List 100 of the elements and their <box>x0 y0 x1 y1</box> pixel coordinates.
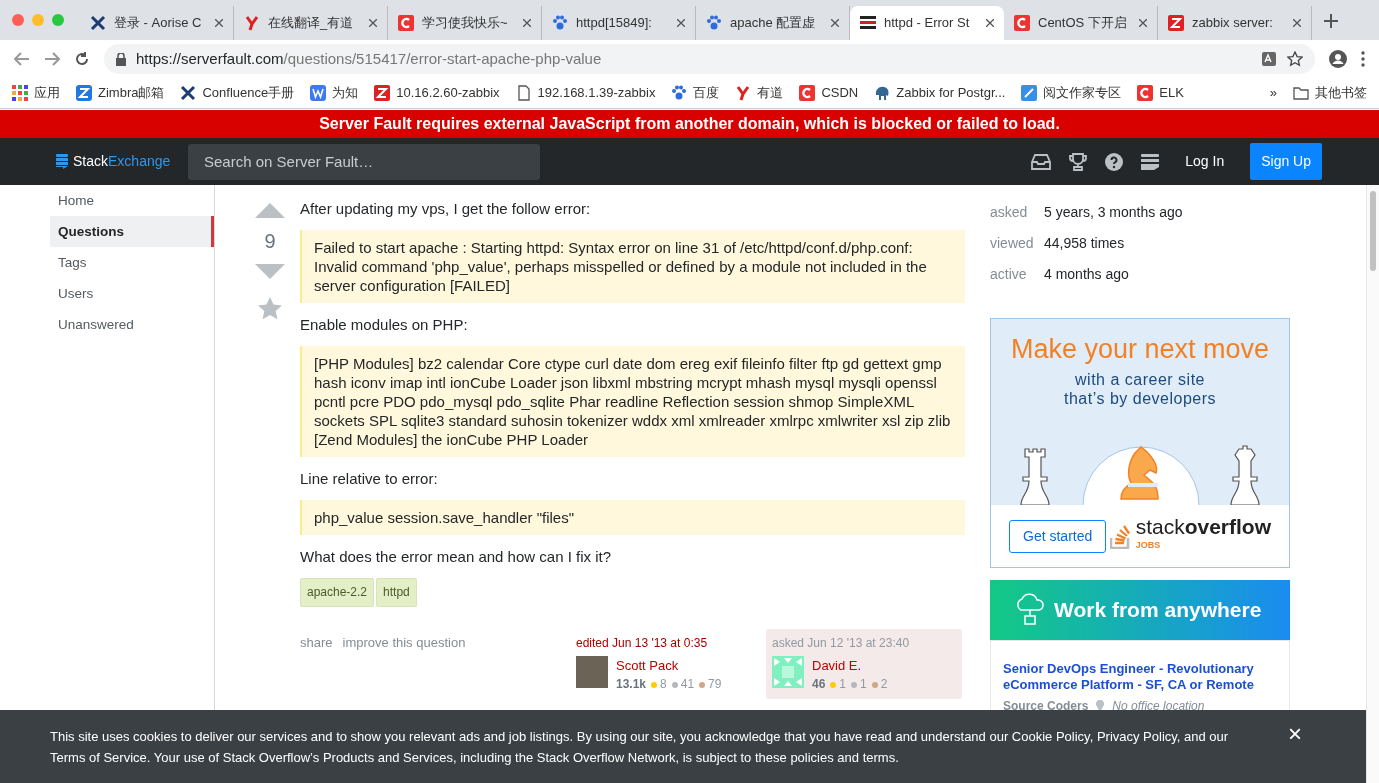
post-timestamp: edited Jun 13 '13 at 0:35 <box>576 635 709 652</box>
paw-icon <box>552 15 568 31</box>
close-tab-icon[interactable] <box>523 19 531 27</box>
post-action-link[interactable]: share <box>300 633 333 699</box>
y-letter-icon <box>735 85 752 101</box>
close-tab-icon[interactable] <box>369 19 377 27</box>
close-tab-icon[interactable] <box>1293 19 1301 27</box>
scrollbar[interactable] <box>1366 185 1379 783</box>
help-icon[interactable] <box>1105 152 1124 171</box>
award-badge-count: 41 <box>671 675 695 694</box>
stack-overflow-jobs-logo: stackoverflow JOBS <box>1109 520 1271 552</box>
c-logo-icon <box>799 85 816 101</box>
translate-icon[interactable] <box>1261 51 1277 67</box>
inbox-icon[interactable] <box>1031 153 1052 170</box>
address-bar[interactable]: https://serverfault.com/questions/515417/error-start-apache-php-value <box>104 44 1315 74</box>
log-in-link[interactable]: Log In <box>1177 151 1233 172</box>
stack-overflow-logo-icon <box>1109 523 1132 549</box>
sidebar-item[interactable]: Home <box>50 185 214 216</box>
post-paragraph: Enable modules on PHP: <box>300 315 469 334</box>
policy-link[interactable]: Cookie Policy <box>1011 729 1090 744</box>
plus-icon <box>1324 14 1338 29</box>
file-icon <box>515 85 532 101</box>
bookmark[interactable]: ELK <box>1137 83 1184 103</box>
striped-bars-icon <box>860 15 876 31</box>
banner-title: Work from anywhere <box>1054 597 1262 624</box>
other-bookmarks-folder[interactable]: 其他书签 <box>1293 83 1367 103</box>
bookmark[interactable]: 应用 <box>12 83 60 103</box>
tag-link[interactable]: httpd <box>376 578 417 607</box>
sidebar-item[interactable]: Unanswered <box>50 309 214 340</box>
forward-arrow-icon[interactable] <box>44 52 60 66</box>
c-logo-icon <box>1014 15 1030 31</box>
user-name-link[interactable]: David E. <box>812 656 888 675</box>
z-logo-icon <box>374 85 391 101</box>
location-pin-icon <box>1096 700 1105 712</box>
apps-grid-icon <box>12 85 28 101</box>
post-timestamp: asked Jun 12 '13 at 23:40 <box>772 635 911 652</box>
w-logo-icon <box>310 85 327 101</box>
bookmark[interactable]: 百度 <box>671 83 720 103</box>
bookmark[interactable]: 有道 <box>735 83 784 103</box>
award-badge-count: 2 <box>871 675 888 694</box>
bookmark-star-icon[interactable] <box>1287 51 1303 67</box>
stackexchange-logo[interactable]: StackExchange <box>56 151 188 172</box>
trophy-icon[interactable] <box>1069 152 1088 171</box>
job-title-link[interactable]: Senior DevOps Engineer - Revolutionary eCommerce Platform - SF, CA or Remote <box>1003 661 1277 693</box>
bookmark[interactable]: Confluence手册 <box>180 83 295 103</box>
quoted-error-block: php_value session.save_handler "files" <box>300 500 965 535</box>
bookmark[interactable]: 阅文作家专区 <box>1021 83 1122 103</box>
bookmark[interactable]: 为知 <box>310 83 359 103</box>
close-tab-icon[interactable] <box>831 19 839 27</box>
sidebar-item[interactable]: Questions <box>50 216 214 247</box>
url-text: https://serverfault.com/questions/515417/error-start-apache-php-value <box>136 48 602 69</box>
award-badge-count: 79 <box>699 675 722 694</box>
sidebar-item[interactable]: Tags <box>50 247 214 278</box>
stat-label: active <box>990 265 1028 284</box>
close-tab-icon[interactable] <box>215 19 223 27</box>
stat-value: 44,958 times <box>1044 235 1125 251</box>
policy-link[interactable]: Terms of Service <box>50 750 147 765</box>
c-logo-icon <box>1137 85 1154 101</box>
back-arrow-icon[interactable] <box>14 52 30 66</box>
paw-icon <box>706 15 722 31</box>
get-started-button[interactable]: Get started <box>1009 519 1107 553</box>
ad-subline: with a career site <box>1075 370 1205 388</box>
close-tab-icon[interactable] <box>986 19 994 27</box>
post-paragraph: What does the error mean and how can I fix it? <box>300 547 612 566</box>
favorite-star-icon[interactable] <box>258 297 282 319</box>
bookmark[interactable]: 192.168.1.39-zabbix <box>515 83 656 103</box>
bookmark[interactable]: Zimbra邮箱 <box>76 83 165 103</box>
user-name-link[interactable]: Scott Pack <box>616 656 722 675</box>
paw-icon <box>671 85 688 101</box>
stat-label: asked <box>990 203 1029 222</box>
cloud-icon <box>1014 592 1046 628</box>
bookmark[interactable]: Zabbix for Postgr... <box>874 83 1006 103</box>
site-switcher-icon[interactable] <box>1141 153 1160 170</box>
post-paragraph: Line relative to error: <box>300 469 439 488</box>
close-button[interactable]: × <box>1282 722 1308 746</box>
bookmark[interactable]: CSDN <box>799 83 859 103</box>
bookmark[interactable]: 10.16.2.60-zabbix <box>374 83 500 103</box>
profile-icon[interactable] <box>1329 50 1347 68</box>
award-badge-count: 1 <box>851 675 867 694</box>
browser-tab[interactable]: httpd - Error St <box>850 6 1004 40</box>
reload-icon[interactable] <box>74 51 90 67</box>
quoted-error-block: Failed to start apache : Starting httpd: Syntax error on line 31 of /etc/httpd/conf.d/php.conf: Invalid command 'php_value', perhaps misspelled or defined by a module not included in the server configuration [FAILED] <box>300 230 965 303</box>
elephant-icon <box>874 85 891 101</box>
policy-link[interactable]: Privacy Policy <box>1096 729 1177 744</box>
sidebar-item[interactable]: Users <box>50 278 214 309</box>
stat-value: 4 months ago <box>1044 266 1129 282</box>
tag-link[interactable]: apache-2.2 <box>300 578 375 607</box>
post-action-link[interactable]: improve this question <box>342 633 466 699</box>
more-bookmarks-button[interactable]: » <box>1269 83 1277 103</box>
search-field[interactable]: Search on Server Fault… <box>188 143 540 180</box>
job-site-ad[interactable]: Make your next move with a career site that’s by developers Get started stackoverflow JOBS <box>990 318 1290 568</box>
ad-subline: that’s by developers <box>1064 389 1216 407</box>
menu-icon[interactable] <box>1361 51 1365 67</box>
close-tab-icon[interactable] <box>677 19 685 27</box>
javascript-warning-banner: Server Fault requires external JavaScript from another domain, which is blocked or failed to load. <box>0 110 1379 138</box>
close-tab-icon[interactable] <box>1139 19 1147 27</box>
job-location: No office location <box>1112 698 1205 715</box>
sign-up-button[interactable]: Sign Up <box>1250 143 1322 180</box>
stat-value: 5 years, 3 months ago <box>1044 204 1183 220</box>
crossed-tools-icon <box>180 85 197 101</box>
